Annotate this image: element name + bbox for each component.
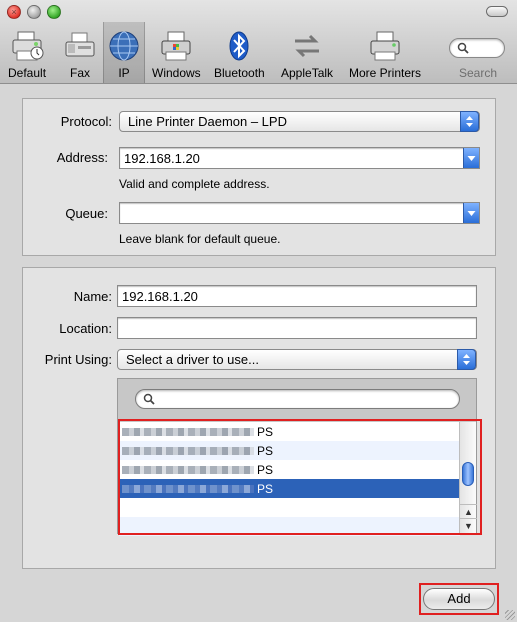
toolbar-item-label: IP: [118, 66, 130, 80]
chevron-down-icon[interactable]: [463, 203, 479, 223]
redacted-driver-name: [122, 446, 254, 455]
protocol-value: Line Printer Daemon – LPD: [128, 114, 287, 129]
window-controls: ×: [7, 5, 61, 19]
toolbar-item-appletalk[interactable]: AppleTalk: [281, 28, 333, 82]
driver-row[interactable]: PS: [119, 441, 460, 460]
driver-suffix: PS: [257, 443, 274, 458]
toolbar-item-label: Windows: [152, 66, 201, 80]
toolbar-search-field[interactable]: [449, 38, 505, 58]
search-icon: [457, 42, 469, 57]
globe-icon: [106, 28, 142, 64]
minimize-button[interactable]: [27, 5, 41, 19]
driver-suffix: PS: [257, 462, 274, 477]
location-label: Location:: [59, 321, 112, 336]
protocol-label: Protocol:: [60, 114, 112, 129]
print-using-label: Print Using:: [44, 352, 112, 367]
redacted-driver-name: [122, 484, 254, 493]
driver-suffix: PS: [257, 481, 274, 496]
toolbar-item-label: Default: [8, 66, 47, 80]
driver-row[interactable]: PS: [119, 422, 460, 441]
queue-field[interactable]: [119, 202, 480, 224]
name-value: 192.168.1.20: [122, 289, 198, 304]
scrollbar-thumb[interactable]: [462, 462, 474, 486]
search-label: Search: [458, 66, 497, 80]
default-printer-icon: [9, 28, 45, 64]
driver-browser: PS PS PS PS ▲ ▼: [117, 378, 477, 536]
location-field[interactable]: [117, 317, 477, 339]
address-label: Address:: [56, 150, 108, 165]
scroll-down-arrow-icon[interactable]: ▼: [460, 518, 477, 532]
resize-grip-icon[interactable]: [505, 610, 515, 620]
toolbar-item-label: Fax: [69, 66, 90, 80]
toolbar-item-bluetooth[interactable]: Bluetooth: [214, 28, 265, 82]
driver-row[interactable]: [119, 517, 460, 536]
toolbar-toggle-button[interactable]: [486, 6, 508, 17]
close-button[interactable]: ×: [7, 5, 21, 19]
driver-list: PS PS PS PS: [119, 422, 460, 536]
driver-search-field[interactable]: [135, 389, 460, 409]
scroll-up-arrow-icon[interactable]: ▲: [460, 504, 477, 518]
popup-arrows-icon: [460, 111, 479, 132]
queue-hint: Leave blank for default queue.: [119, 232, 281, 246]
toolbar-item-label: AppleTalk: [281, 66, 334, 80]
chevron-down-icon[interactable]: [463, 148, 479, 168]
toolbar-item-label: Bluetooth: [214, 66, 265, 80]
bluetooth-icon: [221, 28, 257, 64]
driver-row-selected[interactable]: PS: [119, 479, 460, 498]
driver-row[interactable]: PS: [119, 460, 460, 479]
toolbar-item-ip[interactable]: IP: [103, 22, 145, 83]
appletalk-icon: [289, 28, 325, 64]
protocol-popup[interactable]: Line Printer Daemon – LPD: [119, 111, 480, 132]
fax-icon: [62, 28, 98, 64]
queue-label: Queue:: [65, 206, 108, 221]
print-using-popup[interactable]: Select a driver to use...: [117, 349, 477, 370]
toolbar-item-label: More Printers: [349, 66, 422, 80]
add-button[interactable]: Add: [423, 588, 495, 610]
toolbar-item-windows[interactable]: Windows: [152, 28, 201, 82]
address-value: 192.168.1.20: [124, 151, 200, 166]
zoom-button[interactable]: [47, 5, 61, 19]
name-field[interactable]: 192.168.1.20: [117, 285, 477, 307]
driver-row[interactable]: [119, 498, 460, 517]
name-label: Name:: [73, 289, 112, 304]
redacted-driver-name: [122, 427, 254, 436]
more-printers-icon: [367, 28, 403, 64]
toolbar-item-fax[interactable]: Fax: [62, 28, 98, 82]
redacted-driver-name: [122, 465, 254, 474]
search-icon: [143, 393, 155, 408]
address-hint: Valid and complete address.: [119, 177, 270, 191]
popup-arrows-icon: [457, 349, 476, 370]
driver-list-scrollbar[interactable]: ▲ ▼: [459, 422, 477, 533]
print-using-value: Select a driver to use...: [126, 352, 259, 367]
address-field[interactable]: 192.168.1.20: [119, 147, 480, 169]
toolbar: × Default Fax IP Windows Bluetooth Apple…: [0, 0, 517, 84]
windows-printer-icon: [158, 28, 194, 64]
driver-suffix: PS: [257, 424, 274, 439]
toolbar-item-default[interactable]: Default: [8, 28, 46, 82]
toolbar-item-more-printers[interactable]: More Printers: [349, 28, 421, 82]
